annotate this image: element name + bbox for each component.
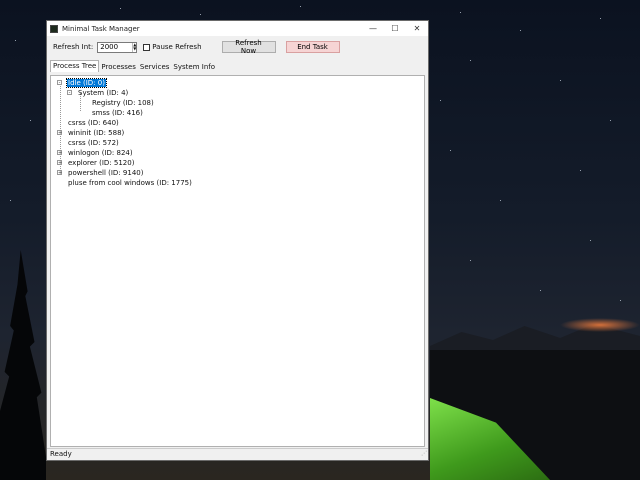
expand-icon[interactable]: + — [57, 150, 62, 156]
tab-strip: Process Tree Processes Services System I… — [50, 60, 428, 72]
tree-node[interactable]: pluse from cool windows (ID: 1775) — [51, 178, 424, 188]
tab-services[interactable]: Services — [138, 62, 172, 72]
tree-node-label: powershell (ID: 9140) — [68, 169, 144, 177]
spin-buttons[interactable]: ▲ ▼ — [132, 42, 136, 52]
status-bar: Ready ⋰ — [47, 448, 428, 460]
refresh-now-button[interactable]: Refresh Now — [221, 39, 276, 55]
title-bar[interactable]: Minimal Task Manager — ☐ ✕ — [47, 21, 428, 36]
expand-icon[interactable]: + — [57, 130, 62, 136]
expand-icon[interactable]: + — [57, 160, 62, 166]
tree-node-label: Idle (ID: 0) — [66, 78, 107, 88]
tree-node[interactable]: Registry (ID: 108) — [51, 98, 424, 108]
tree-node[interactable]: + wininit (ID: 588) — [51, 128, 424, 138]
tree-node[interactable]: + explorer (ID: 5120) — [51, 158, 424, 168]
tree-node-label: explorer (ID: 5120) — [68, 159, 135, 167]
close-button[interactable]: ✕ — [406, 21, 428, 36]
resize-grip-icon[interactable]: ⋰ — [421, 448, 427, 459]
star — [470, 60, 471, 61]
status-text: Ready — [50, 450, 72, 458]
process-tree-panel: - Idle (ID: 0) - System (ID: 4) Registry (ID… — [50, 75, 425, 447]
star — [200, 14, 201, 15]
tree-node[interactable]: - Idle (ID: 0) — [51, 78, 424, 88]
tree-node-label: wininit (ID: 588) — [68, 129, 125, 137]
star — [10, 200, 11, 201]
star — [470, 260, 471, 261]
star — [610, 120, 611, 121]
star — [460, 12, 461, 13]
star — [620, 300, 621, 301]
tree-node[interactable]: - System (ID: 4) — [51, 88, 424, 98]
star — [30, 120, 31, 121]
star — [300, 6, 301, 7]
star — [600, 18, 601, 19]
tab-process-tree[interactable]: Process Tree — [50, 60, 100, 72]
star — [500, 200, 501, 201]
toolbar: Refresh Int: ▲ ▼ Pause Refresh Refresh N… — [47, 36, 428, 58]
pause-refresh-label: Pause Refresh — [152, 43, 202, 51]
star — [540, 290, 541, 291]
minimize-button[interactable]: — — [362, 21, 384, 36]
process-tree[interactable]: - Idle (ID: 0) - System (ID: 4) Registry (ID… — [51, 76, 424, 188]
task-manager-window: Minimal Task Manager — ☐ ✕ Refresh Int: … — [46, 20, 429, 461]
refresh-interval-stepper[interactable]: ▲ ▼ — [97, 41, 138, 53]
expand-icon[interactable]: + — [57, 170, 62, 176]
tree-node-label: winlogon (ID: 824) — [68, 149, 133, 157]
horizon-glow — [560, 318, 640, 332]
refresh-interval-label: Refresh Int: — [53, 43, 94, 51]
checkbox-icon[interactable] — [143, 43, 151, 51]
tree-node-label: csrss (ID: 572) — [68, 139, 119, 147]
tab-system-info[interactable]: System Info — [171, 62, 217, 72]
star — [120, 8, 121, 9]
star — [580, 170, 581, 171]
app-icon — [50, 24, 58, 33]
tree-node[interactable]: csrss (ID: 640) — [51, 118, 424, 128]
star — [590, 240, 591, 241]
tree-node[interactable]: smss (ID: 416) — [51, 108, 424, 118]
tree-node-label: smss (ID: 416) — [92, 109, 143, 117]
pause-refresh-checkbox[interactable]: Pause Refresh — [143, 43, 202, 51]
tree-node[interactable]: + powershell (ID: 9140) — [51, 168, 424, 178]
tab-processes[interactable]: Processes — [99, 62, 138, 72]
refresh-interval-input[interactable] — [98, 43, 133, 51]
collapse-icon[interactable]: - — [57, 80, 62, 86]
tree-node[interactable]: + winlogon (ID: 824) — [51, 148, 424, 158]
end-task-button[interactable]: End Task — [285, 41, 340, 53]
tree-node-label: System (ID: 4) — [78, 89, 129, 97]
tree-node-label: Registry (ID: 108) — [92, 99, 154, 107]
collapse-icon[interactable]: - — [67, 90, 72, 96]
star — [560, 80, 561, 81]
spin-down-icon[interactable]: ▼ — [133, 46, 136, 51]
tree-node[interactable]: csrss (ID: 572) — [51, 138, 424, 148]
star — [450, 150, 451, 151]
star — [520, 30, 521, 31]
tree-node-label: pluse from cool windows (ID: 1775) — [68, 179, 192, 187]
star — [15, 40, 16, 41]
star — [440, 100, 441, 101]
window-title: Minimal Task Manager — [62, 24, 140, 33]
maximize-button[interactable]: ☐ — [384, 21, 406, 36]
tree-node-label: csrss (ID: 640) — [68, 119, 119, 127]
